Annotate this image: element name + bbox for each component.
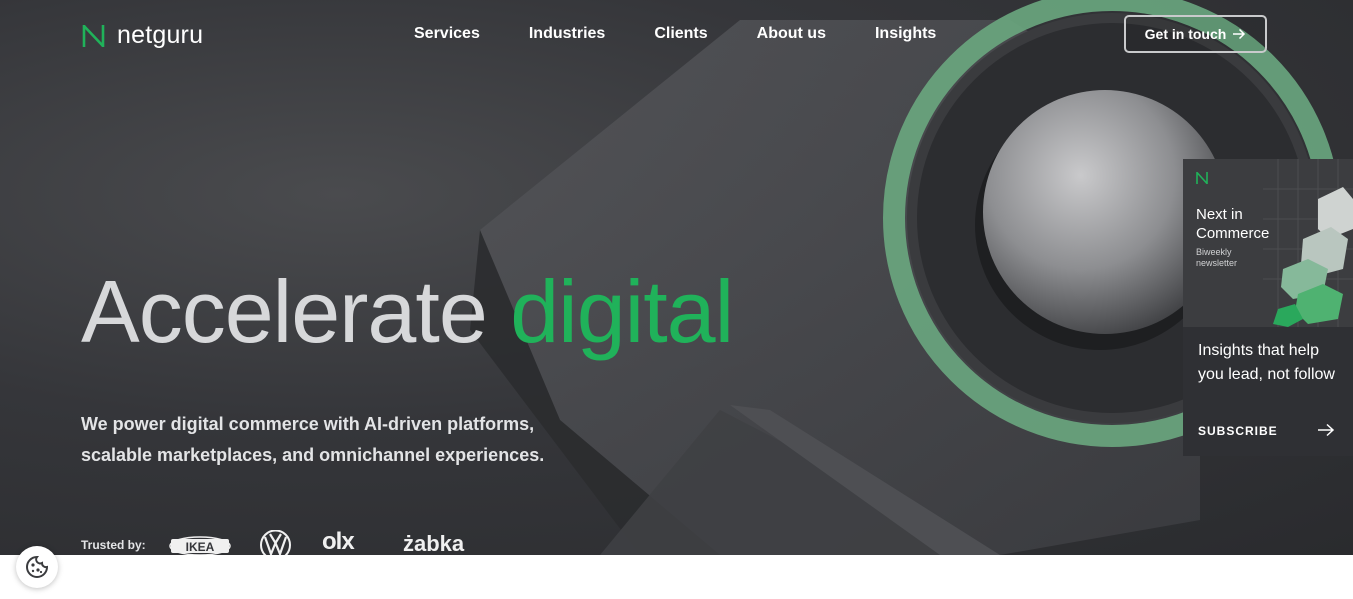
nav-item-clients[interactable]: Clients	[654, 24, 707, 44]
newsletter-card-image: Next in Commerce Biweekly newsletter	[1183, 159, 1353, 327]
hero-headline: Accelerate digital	[81, 262, 734, 362]
get-in-touch-button[interactable]: Get in touch	[1124, 15, 1267, 53]
nav-item-about-us[interactable]: About us	[757, 24, 826, 44]
get-in-touch-label: Get in touch	[1144, 26, 1227, 42]
nav-item-industries[interactable]: Industries	[529, 24, 605, 44]
vw-logo	[259, 529, 292, 555]
trusted-by-label: Trusted by:	[81, 538, 146, 552]
arrow-right-icon[interactable]	[1317, 423, 1335, 437]
cookie-settings-button[interactable]	[16, 546, 58, 588]
headline-part2: digital	[510, 262, 734, 361]
nav-item-insights[interactable]: Insights	[875, 24, 936, 44]
subscribe-link[interactable]: SUBSCRIBE	[1198, 424, 1278, 438]
olx-logo: olx	[322, 528, 355, 555]
newsletter-body: Insights that help you lead, not follow	[1198, 342, 1335, 383]
netguru-logo[interactable]: netguru	[81, 21, 203, 50]
cookie-icon	[26, 555, 49, 578]
netguru-n-small-icon	[1196, 171, 1208, 185]
hero-subtitle: We power digital commerce with AI-driven…	[81, 414, 545, 465]
netguru-n-icon	[82, 24, 105, 47]
hero-section: netguru Services Industries Clients Abou…	[0, 0, 1353, 555]
nav-item-services[interactable]: Services	[414, 24, 480, 44]
arrow-right-icon	[1233, 28, 1246, 40]
ikea-logo: IKEA	[169, 536, 231, 555]
zabka-logo: żabka	[403, 531, 465, 555]
headline-part1: Accelerate	[81, 262, 488, 361]
newsletter-card[interactable]: Next in Commerce Biweekly newsletter Ins…	[1183, 159, 1353, 456]
main-nav: Services Industries Clients About us Ins…	[414, 24, 936, 44]
logo-text: netguru	[117, 21, 204, 49]
newsletter-tag: Biweekly newsletter	[1196, 247, 1238, 268]
ikea-logo-text: IKEA	[186, 540, 215, 554]
newsletter-title: Next in Commerce	[1196, 206, 1270, 242]
